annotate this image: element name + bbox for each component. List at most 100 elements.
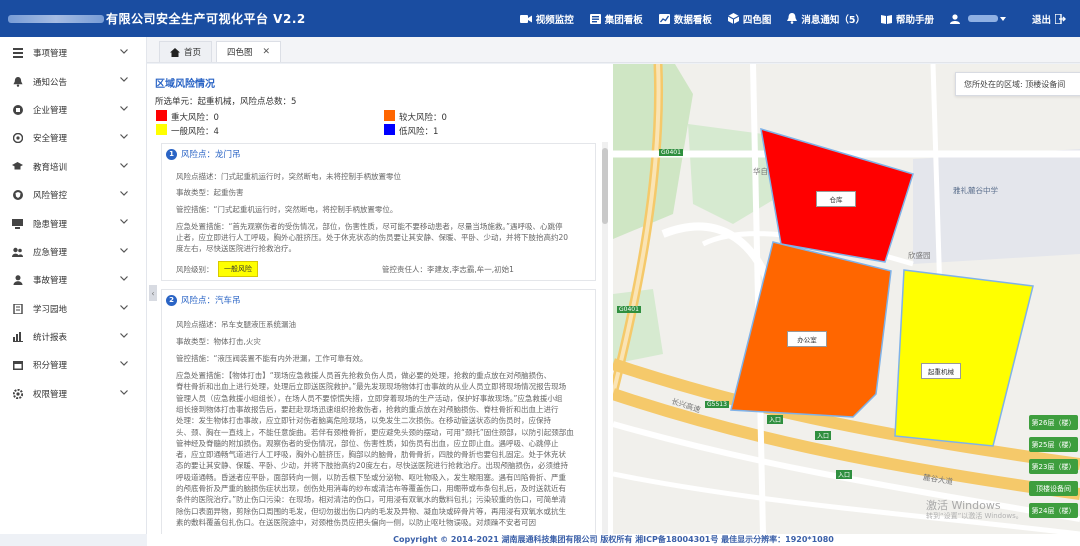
chevron-down-icon (120, 304, 128, 310)
nav-group-board[interactable]: 集团看板 (589, 12, 643, 26)
floor-button-top-equipment[interactable]: 顶楼设备间 (1029, 481, 1078, 496)
sidebar-item-hazard[interactable]: 隐患管理 (0, 209, 146, 237)
sidebar-item-label: 事故管理 (33, 276, 68, 287)
close-icon[interactable]: ✕ (263, 47, 271, 57)
zone-crane[interactable] (894, 269, 1034, 447)
sidebar-item-points[interactable]: 积分管理 (0, 351, 146, 379)
sidebar-item-label: 教育培训 (33, 162, 68, 173)
card-number: 2 (166, 294, 177, 306)
emergency-line: 态的要让其安静、保暖、平卧、少动，并将下肢抬高约20度左右，尽快送医院进行抢救治… (176, 461, 569, 471)
panel-scrollbar[interactable] (602, 142, 608, 534)
accident-type: 事故类型：物体打击,火灾 (176, 337, 261, 346)
user-menu[interactable] (949, 13, 1010, 24)
gauge-icon (12, 133, 23, 144)
legend-swatch-larger (384, 110, 395, 121)
sidebar-item-label: 通知公告 (33, 77, 68, 88)
floor-button-24[interactable]: 第24层（楼） (1029, 503, 1078, 518)
nav-video-monitor[interactable]: 视频监控 (519, 12, 574, 26)
tab-label: 首页 (184, 48, 202, 58)
logout-button[interactable]: 退出 (1032, 12, 1070, 26)
risk-panel: ‹ 区域风险情况 所选单元：起重机械，风险点总数：5 重大风险：0 较大风险：0… (147, 64, 613, 534)
risk-point-card: 2 风险点：汽车吊 风险点描述：吊车支腿液压系统漏油 事故类型：物体打击,火灾 … (161, 289, 596, 534)
list-icon (12, 48, 23, 59)
card-header: 1 风险点：龙门吊 (166, 148, 241, 160)
user-icon (949, 13, 960, 24)
board-icon (589, 13, 601, 24)
sidebar-item-reports[interactable]: 统计报表 (0, 323, 146, 351)
panel-title: 区域风险情况 (155, 79, 215, 90)
sidebar-item-enterprise[interactable]: 企业管理 (0, 96, 146, 124)
sidebar-item-learning[interactable]: 学习园地 (0, 295, 146, 323)
settings-icon (12, 388, 23, 399)
emergency-line: 呼吸道通畅。昏迷者应平卧，面部转向一侧，以防舌根下坠或分泌物、呕吐物吸入，发生喉… (176, 472, 566, 482)
road-tag: G5513 (705, 401, 729, 408)
risk-point-name: 风险点：汽车吊 (181, 296, 241, 306)
road-tag: G0401 (617, 306, 641, 313)
collapse-sidebar-toggle[interactable]: ‹ (149, 285, 157, 301)
nav-four-color-map[interactable]: 四色图 (727, 12, 771, 26)
sidebar-item-permissions[interactable]: 权限管理 (0, 380, 146, 408)
sidebar-item-label: 企业管理 (33, 105, 68, 116)
scrollbar-thumb[interactable] (602, 148, 608, 224)
graduation-cap-icon (12, 161, 23, 172)
tab-four-color-map[interactable]: 四色图 ✕ (216, 41, 282, 62)
control-measures: 管控措施：“液压阀装置不能有内外泄漏，工作可靠有效。 (176, 354, 368, 363)
sidebar-item-emergency[interactable]: 应急管理 (0, 238, 146, 266)
shield-icon (12, 190, 23, 201)
emergency-line: 度左右，尽快送医院进行抢救治疗。 (176, 244, 296, 253)
sidebar-item-risk-control[interactable]: 风险管控 (0, 181, 146, 209)
current-location-box: 您所处在的区域: 顶楼设备间 (955, 72, 1080, 96)
emergency-line: 头、颈、胸在一直线上，不能任意旋曲。若伴有颈椎骨折，更应避免头颈的摆动，可用“颈… (176, 427, 574, 437)
selection-summary: 所选单元：起重机械，风险点总数：5 (155, 97, 297, 107)
risk-level-badge: 一般风险 (218, 261, 258, 277)
risk-description: 风险点描述：吊车支腿液压系统漏油 (176, 320, 296, 329)
caret-down-icon (999, 16, 1006, 21)
emergency-line: 管理人员（应急救援小组组长），在场人员不要惊慌失措，立即穿着现场的生产活动，保护… (176, 393, 563, 403)
zone-label-office: 办公室 (787, 331, 827, 347)
floor-button-25[interactable]: 第25层（楼） (1029, 437, 1078, 452)
monitor-icon (12, 218, 23, 229)
nav-data-board[interactable]: 数据看板 (658, 12, 712, 26)
four-color-map[interactable]: 仓库 办公室 起重机械 雅礼麓谷中学 欣盛园 长兴高速 华自 麓谷大道 G040… (613, 64, 1080, 534)
risk-description: 风险点描述：门式起重机运行时，突然断电，未将控制手柄放置零位 (176, 172, 401, 181)
sidebar-item-training[interactable]: 教育培训 (0, 153, 146, 181)
nav-label: 数据看板 (673, 14, 712, 26)
nav-help-manual[interactable]: 帮助手册 (880, 12, 934, 26)
emergency-line: 组长接到物体打击事故报告后，要赶赴现场迅速组织抢救伤者，抢救的重点放在对颅脑损伤… (176, 404, 559, 414)
legend-swatch-low (384, 124, 395, 135)
nav-notifications[interactable]: 消息通知（5） (787, 12, 865, 26)
emergency-line: 者，应立即通畅气道进行人工呼吸，胸外心脏挤压，胸部以的脑骨，肋骨骨折，四肢的骨折… (176, 450, 566, 460)
sidebar-item-label: 积分管理 (33, 361, 68, 372)
emergency-line: 脊柱骨折和出血上进行处理，处理后立即送医院救护。”最先发现现场物体打击事故的从业… (176, 382, 567, 392)
legend-larger: 较大风险：0 (399, 113, 447, 123)
chevron-down-icon (120, 332, 128, 338)
header-nav: 视频监控 集团看板 数据看板 四色图 消息通知（5） 帮助手册 退出 (504, 0, 1080, 37)
book-icon (12, 303, 23, 314)
bar-chart-icon (12, 332, 23, 343)
sidebar-item-label: 统计报表 (33, 333, 68, 344)
map-base (613, 64, 1080, 534)
road-tag: 入口 (836, 470, 853, 479)
sidebar-item-notices[interactable]: 通知公告 (0, 67, 146, 95)
sidebar-item-label: 应急管理 (33, 247, 68, 258)
company-name-redacted (8, 14, 104, 23)
emergency-line: 的颅底骨折及严重的脑损伤症状出现，创伤处用消毒的纱布或清洁布等覆盖伤口，用绷带或… (176, 484, 566, 493)
sidebar-item-label: 事项管理 (33, 49, 68, 60)
floor-button-23[interactable]: 第23层（楼） (1029, 459, 1078, 474)
tab-home[interactable]: 首页 (159, 41, 213, 62)
risk-point-name: 风险点：龙门吊 (181, 150, 241, 160)
video-camera-icon (519, 14, 532, 23)
sidebar-item-safety[interactable]: 安全管理 (0, 124, 146, 152)
zone-label-crane: 起重机械 (921, 363, 961, 379)
home-icon (170, 47, 180, 57)
road-tag: G0401 (659, 149, 683, 156)
floor-button-26[interactable]: 第26层（楼） (1029, 415, 1078, 430)
road-tag: 入口 (815, 431, 832, 440)
sidebar-item-label: 安全管理 (33, 134, 68, 145)
sidebar-item-accident[interactable]: 事故管理 (0, 266, 146, 294)
tab-bar: 首页 四色图 ✕ (147, 37, 1080, 63)
chevron-down-icon (120, 361, 128, 367)
sidebar-item-label: 权限管理 (33, 389, 68, 400)
nav-label: 帮助手册 (895, 14, 934, 26)
sidebar-item-matters[interactable]: 事项管理 (0, 39, 146, 67)
